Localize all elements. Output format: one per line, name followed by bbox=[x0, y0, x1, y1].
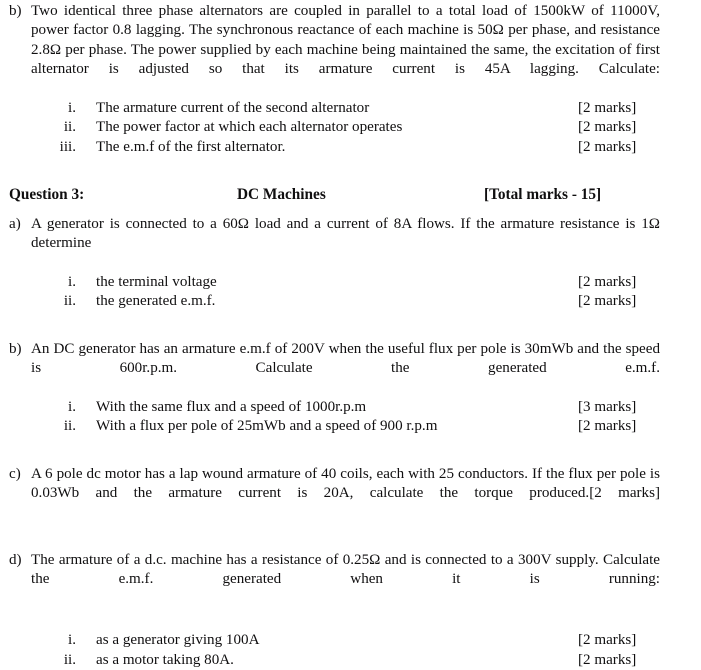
subitem-numeral: i. bbox=[68, 632, 76, 649]
subitem-marks: [2 marks] bbox=[578, 651, 637, 668]
part-c-paragraph: A 6 pole dc motor has a lap wound armatu… bbox=[31, 465, 660, 523]
q2b-subitem-i: i. The armature current of the second al… bbox=[8, 99, 660, 118]
subitem-marks: [2 marks] bbox=[578, 100, 637, 117]
subitem-text: the terminal voltage bbox=[96, 273, 217, 290]
question3-heading: Question 3: DC Machines [Total marks - 1… bbox=[8, 185, 660, 204]
exam-page: b) Two identical three phase alternators… bbox=[0, 0, 701, 668]
part-c-text: A 6 pole dc motor has a lap wound armatu… bbox=[31, 465, 660, 502]
part-b-paragraph: An DC generator has an armature e.m.f of… bbox=[31, 340, 660, 377]
subitem-marks: [2 marks] bbox=[578, 138, 637, 155]
part-label-b: b) bbox=[9, 340, 22, 357]
question3-part-b: b) An DC generator has an armature e.m.f… bbox=[8, 340, 660, 398]
part-b-paragraph: Two identical three phase alternators ar… bbox=[31, 3, 660, 78]
subitem-numeral: i. bbox=[68, 100, 76, 117]
part-label-b: b) bbox=[9, 3, 22, 19]
subitem-marks: [2 marks] bbox=[578, 273, 637, 290]
q3b-subitem-ii: ii. With a flux per pole of 25mWb and a … bbox=[8, 417, 660, 436]
part-a-paragraph: A generator is connected to a 60Ω load a… bbox=[31, 215, 660, 252]
subitem-numeral: iii. bbox=[59, 138, 76, 155]
part-label-d: d) bbox=[9, 551, 22, 568]
subitem-text: as a motor taking 80A. bbox=[96, 651, 234, 668]
question3-part-c: c) A 6 pole dc motor has a lap wound arm… bbox=[8, 465, 660, 523]
q3d-subitem-ii: ii. as a motor taking 80A. [2 marks] bbox=[8, 651, 660, 670]
subitem-marks: [3 marks] bbox=[578, 398, 637, 415]
subitem-text: the generated e.m.f. bbox=[96, 293, 216, 310]
subitem-numeral: ii. bbox=[63, 293, 76, 310]
q3a-subitem-ii: ii. the generated e.m.f. [2 marks] bbox=[8, 292, 660, 311]
question-title: Question 3: bbox=[9, 186, 85, 204]
part-d-paragraph: The armature of a d.c. machine has a res… bbox=[31, 551, 660, 588]
subitem-marks: [2 marks] bbox=[578, 119, 637, 136]
subitem-numeral: ii. bbox=[63, 651, 76, 668]
question-topic: DC Machines bbox=[237, 186, 326, 204]
part-label-a: a) bbox=[9, 215, 21, 232]
subitem-numeral: i. bbox=[68, 398, 76, 415]
subitem-text: The power factor at which each alternato… bbox=[96, 119, 403, 136]
question3-part-a: a) A generator is connected to a 60Ω loa… bbox=[8, 215, 660, 273]
question3-part-d: d) The armature of a d.c. machine has a … bbox=[8, 551, 660, 609]
part-label-c: c) bbox=[9, 465, 21, 482]
subitem-text: The armature current of the second alter… bbox=[96, 100, 370, 117]
subitem-text: as a generator giving 100A bbox=[96, 632, 260, 649]
subitem-numeral: ii. bbox=[63, 119, 76, 136]
q3b-subitem-i: i. With the same flux and a speed of 100… bbox=[8, 398, 660, 417]
subitem-marks: [2 marks] bbox=[578, 293, 637, 310]
q2b-subitem-ii: ii. The power factor at which each alter… bbox=[8, 118, 660, 137]
subitem-numeral: i. bbox=[68, 273, 76, 290]
subitem-marks: [2 marks] bbox=[578, 632, 637, 649]
subitem-text: With a flux per pole of 25mWb and a spee… bbox=[96, 418, 438, 435]
q2b-subitem-iii: iii. The e.m.f of the first alternator. … bbox=[8, 138, 660, 157]
q3a-subitem-i: i. the terminal voltage [2 marks] bbox=[8, 273, 660, 292]
subitem-text: The e.m.f of the first alternator. bbox=[96, 138, 286, 155]
subitem-numeral: ii. bbox=[63, 418, 76, 435]
question-total-marks: [Total marks - 15] bbox=[484, 186, 602, 204]
q3d-subitem-i: i. as a generator giving 100A [2 marks] bbox=[8, 631, 660, 650]
subitem-text: With the same flux and a speed of 1000r.… bbox=[96, 398, 367, 415]
subitem-marks: [2 marks] bbox=[578, 418, 637, 435]
question2-part-b: b) Two identical three phase alternators… bbox=[8, 2, 660, 99]
part-c-marks: [2 marks] bbox=[589, 485, 661, 502]
